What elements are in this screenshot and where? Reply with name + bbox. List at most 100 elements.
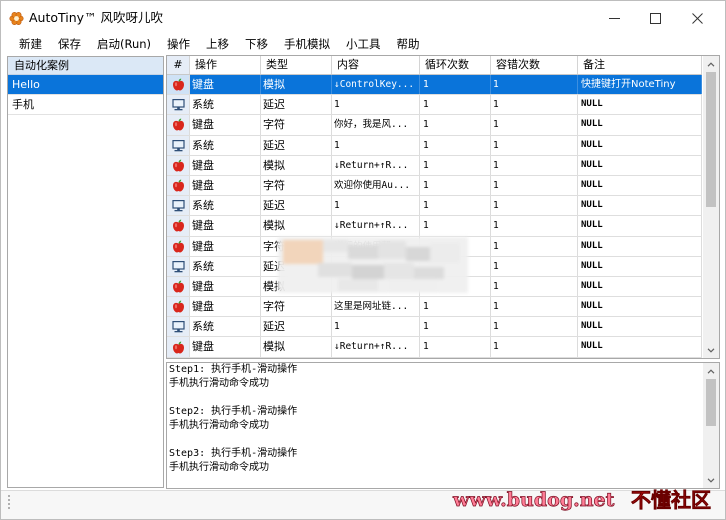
cell-action[interactable]: 系统 [190,196,261,216]
cell-action[interactable]: 系统 [190,256,261,276]
cell-loop-count[interactable]: 1 [420,297,491,317]
cell-action[interactable]: 系统 [190,135,261,155]
row-header-cell[interactable] [167,256,190,276]
table-row[interactable]: 系统 延迟 1 1 1 NULL [167,317,702,338]
cell-retry-count[interactable]: 1 [491,75,578,95]
menu-save[interactable]: 保存 [50,36,89,53]
cell-type[interactable]: 模拟 [261,216,332,236]
cell-action[interactable]: 键盘 [190,75,261,95]
cell-action[interactable]: 键盘 [190,155,261,175]
cell-action[interactable]: 键盘 [190,115,261,135]
cell-loop-count[interactable]: 1 [420,196,491,216]
cell-note[interactable]: NULL [578,256,702,276]
case-item-phone[interactable]: 手机 [8,95,163,115]
row-header-cell[interactable] [167,196,190,216]
cell-note[interactable]: NULL [578,276,702,297]
row-header-cell[interactable] [167,135,190,155]
log-output[interactable]: Step1: 执行手机-滑动操作 手机执行滑动命令成功 Step2: 执行手机-… [166,362,720,489]
cell-loop-count[interactable]: 1 [420,115,491,135]
table-row[interactable]: 键盘 模拟 ↓Return+↑R... 1 1 NULL [167,216,702,237]
cell-note[interactable]: NULL [578,216,702,236]
cell-note[interactable]: NULL [578,297,702,317]
menu-move-down[interactable]: 下移 [237,36,276,53]
cell-type[interactable]: 模拟 [261,337,332,357]
cell-note[interactable]: NULL [578,196,702,216]
cell-content[interactable]: ↓ControlKey... [332,75,420,95]
cell-retry-count[interactable]: 1 [491,337,578,357]
column-header-action[interactable]: 操作 [190,56,261,74]
cell-note[interactable]: 快捷键打开NoteTiny [578,75,702,95]
column-header-index[interactable]: # [167,56,190,74]
row-header-cell[interactable] [167,175,190,196]
cell-retry-count[interactable]: 1 [491,236,578,256]
row-header-cell[interactable] [167,276,190,297]
cell-content[interactable]: 1 [332,196,420,216]
table-row[interactable]: 键盘 字符 欢迎你使用Au... 1 1 NULL [167,175,702,197]
cell-action[interactable]: 键盘 [190,236,261,256]
cell-content[interactable]: ↓Return+↑R... [332,216,420,236]
row-header-cell[interactable] [167,317,190,337]
cell-note[interactable]: NULL [578,115,702,135]
minimize-button[interactable] [593,1,635,35]
cell-content[interactable]: 1 [332,95,420,115]
cell-action[interactable]: 键盘 [190,216,261,236]
table-row[interactable]: 系统 延迟 1 1 1 NULL [167,196,702,217]
case-item-hello[interactable]: Hello [8,75,163,95]
cell-retry-count[interactable]: 1 [491,115,578,135]
menu-phone-simulation[interactable]: 手机模拟 [276,36,338,53]
cell-content[interactable]: 你好，我是风... [332,115,420,135]
cell-content[interactable]: 这里是网址链... [332,297,420,317]
column-header-note[interactable]: 备注 [578,56,702,74]
log-scrollbar[interactable] [703,363,719,488]
cell-retry-count[interactable]: 1 [491,216,578,236]
row-header-cell[interactable] [167,115,190,135]
column-header-loop-count[interactable]: 循环次数 [420,56,491,74]
resize-grip-icon[interactable] [7,494,11,510]
cell-note[interactable]: NULL [578,175,702,196]
cell-action[interactable]: 键盘 [190,276,261,297]
cell-action[interactable]: 系统 [190,95,261,115]
cell-note[interactable]: NULL [578,317,702,337]
cell-type[interactable]: 模拟 [261,155,332,175]
cell-retry-count[interactable]: 1 [491,155,578,175]
row-header-cell[interactable] [167,95,190,115]
column-header-retry-count[interactable]: 容错次数 [491,56,578,74]
cell-retry-count[interactable]: 1 [491,276,578,297]
cell-loop-count[interactable]: 1 [420,216,491,236]
table-row[interactable]: 键盘 模拟 ↓ControlKey... 1 1 快捷键打开NoteTiny [167,75,702,96]
scroll-down-arrow[interactable] [703,472,719,488]
table-row[interactable]: 键盘 模拟 ↓Return+↑R... 1 1 NULL [167,155,702,176]
cell-loop-count[interactable]: 1 [420,155,491,175]
cell-type[interactable]: 延迟 [261,95,332,115]
menu-tools[interactable]: 小工具 [338,36,389,53]
scroll-up-arrow[interactable] [703,363,719,379]
menu-move-up[interactable]: 上移 [198,36,237,53]
grid-scrollbar[interactable] [703,56,719,358]
menu-run[interactable]: 启动(Run) [89,36,159,53]
table-row[interactable]: 系统 延迟 1 1 1 NULL [167,135,702,156]
cell-retry-count[interactable]: 1 [491,135,578,155]
cell-type[interactable]: 字符 [261,297,332,317]
cell-note[interactable]: NULL [578,236,702,256]
cell-type[interactable]: 字符 [261,115,332,135]
title-bar[interactable]: AutoTiny™ 风吹呀儿吹 [1,1,725,35]
cell-loop-count[interactable]: 1 [420,75,491,95]
table-row[interactable]: 键盘 字符 这里是网址链... 1 1 NULL [167,297,702,318]
row-header-cell[interactable] [167,216,190,236]
cell-retry-count[interactable]: 1 [491,256,578,276]
row-header-cell[interactable] [167,337,190,357]
cell-action[interactable]: 键盘 [190,297,261,317]
scroll-thumb[interactable] [706,379,716,426]
cell-content[interactable]: 1 [332,317,420,337]
cell-type[interactable]: 延迟 [261,317,332,337]
menu-operation[interactable]: 操作 [159,36,198,53]
cases-list[interactable]: 自动化案例 Hello 手机 [7,56,164,488]
menu-new[interactable]: 新建 [11,36,50,53]
cell-content[interactable]: 1 [332,135,420,155]
scroll-thumb[interactable] [706,72,716,207]
cell-content[interactable]: ↓Return+↑R... [332,155,420,175]
maximize-button[interactable] [634,1,676,35]
column-header-content[interactable]: 内容 [332,56,420,74]
cell-retry-count[interactable]: 1 [491,196,578,216]
cell-note[interactable]: NULL [578,135,702,155]
